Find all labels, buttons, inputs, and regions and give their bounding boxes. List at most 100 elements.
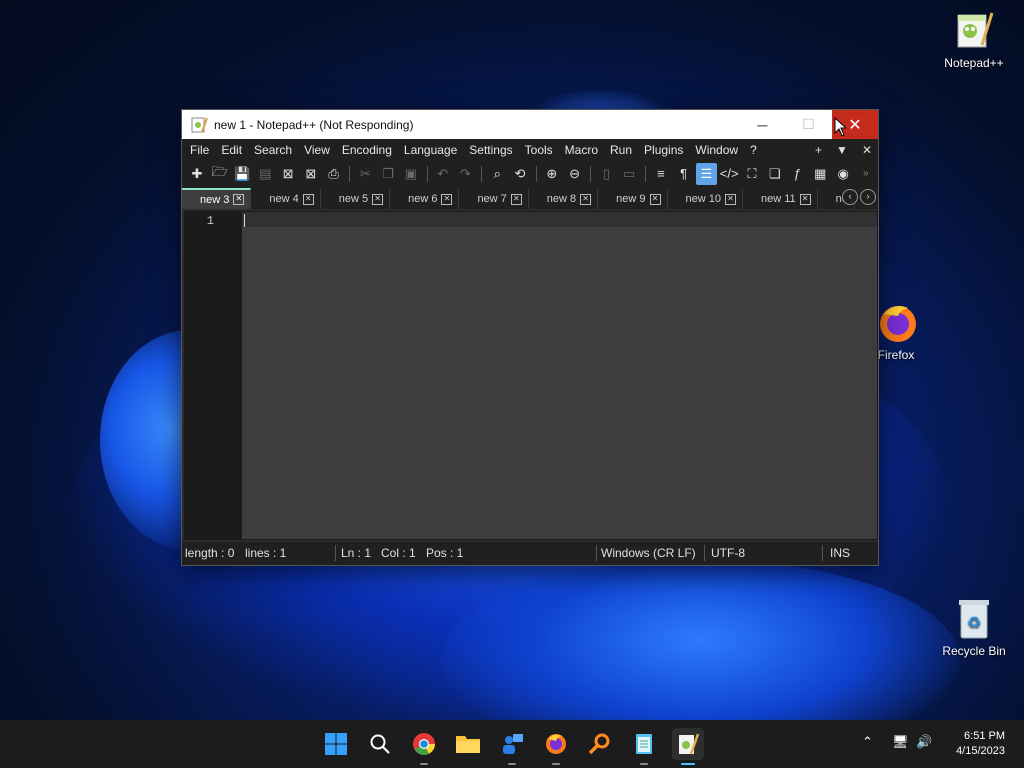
tab-close-icon[interactable]: ✕ (725, 193, 736, 205)
tab-close-icon[interactable]: ✕ (649, 193, 661, 205)
status-insert-mode[interactable]: INS (830, 546, 850, 560)
tab-label: new 9 (616, 193, 646, 205)
word-wrap-icon[interactable]: ≡ (650, 163, 672, 185)
menu-tools[interactable]: Tools (519, 143, 559, 157)
title-bar[interactable]: new 1 - Notepad++ (Not Responding) ─ ☐ ✕ (182, 110, 878, 139)
cut-icon[interactable]: ✂ (354, 163, 376, 185)
tab-label: new 8 (546, 193, 577, 205)
sync-vertical-icon[interactable]: ▯ (595, 163, 617, 185)
recycle-bin-icon: ♻ (952, 596, 996, 640)
tab-label: new 10 (685, 193, 721, 205)
folder-workspace-icon[interactable]: ▦ (809, 163, 831, 185)
running-indicator (420, 763, 428, 765)
taskbar-notepadpp[interactable] (672, 728, 704, 765)
open-file-icon[interactable]: 🗁 (209, 163, 231, 185)
new-file-icon[interactable]: ✚ (186, 163, 208, 185)
undo-icon[interactable]: ↶ (432, 163, 454, 185)
tab-new-4[interactable]: new 4 ✕ (251, 189, 321, 209)
tab-close-icon[interactable]: ✕ (799, 193, 811, 205)
tab-new-10[interactable]: new 10 ✕ (668, 189, 743, 209)
tab-close-icon[interactable]: ✕ (233, 194, 245, 205)
save-icon[interactable]: 💾 (232, 163, 254, 185)
taskbar-app-people[interactable] (496, 728, 528, 765)
tab-close-icon[interactable]: ✕ (372, 193, 384, 205)
toolbar-separator (349, 165, 351, 182)
volume-icon[interactable]: 🔊 (916, 734, 932, 750)
tab-close-icon[interactable]: ✕ (441, 193, 453, 205)
magnifier-app-icon (588, 733, 610, 755)
editor-area[interactable]: 1 (184, 211, 878, 540)
doc-map-icon[interactable]: ⛶ (741, 163, 763, 185)
tab-new-8[interactable]: new 8 ✕ (529, 189, 599, 209)
save-all-icon[interactable]: ▤ (254, 163, 276, 185)
monitoring-icon[interactable]: ◉ (832, 163, 854, 185)
system-clock[interactable]: 6:51 PM 4/15/2023 (956, 729, 1005, 759)
status-length: length : 0 (185, 546, 235, 560)
menu-macro[interactable]: Macro (559, 143, 604, 157)
desktop-icon-recycle-bin[interactable]: ♻ Recycle Bin (936, 596, 1012, 658)
start-button[interactable] (320, 728, 352, 760)
menu-language[interactable]: Language (398, 143, 463, 157)
tab-new-11[interactable]: new 11 ✕ (743, 189, 818, 209)
new-tab-button[interactable]: + (815, 143, 822, 157)
zoom-in-icon[interactable]: ⊕ (541, 163, 563, 185)
notepadpp-window: new 1 - Notepad++ (Not Responding) ─ ☐ ✕… (181, 109, 879, 566)
taskbar-firefox[interactable] (540, 728, 572, 765)
redo-icon[interactable]: ↷ (455, 163, 477, 185)
tab-new-5[interactable]: new 5 ✕ (321, 189, 391, 209)
menu-help[interactable]: ? (744, 143, 763, 157)
tab-new-7[interactable]: new 7 ✕ (459, 189, 529, 209)
taskbar-file-explorer[interactable] (452, 728, 484, 760)
menu-encoding[interactable]: Encoding (336, 143, 398, 157)
tab-new-6[interactable]: new 6 ✕ (390, 189, 460, 209)
xml-tag-icon[interactable]: </> (718, 163, 740, 185)
taskbar-search-tool[interactable] (584, 728, 616, 760)
menu-settings[interactable]: Settings (463, 143, 518, 157)
tab-bar: new 3 ✕ new 4 ✕ new 5 ✕ new 6 ✕ new 7 ✕ new 8… (182, 186, 878, 209)
zoom-out-icon[interactable]: ⊖ (564, 163, 586, 185)
menu-run[interactable]: Run (604, 143, 638, 157)
tab-close-icon[interactable]: ✕ (580, 193, 592, 205)
print-icon[interactable]: ⎙ (323, 163, 345, 185)
copy-icon[interactable]: ❐ (377, 163, 399, 185)
menu-search[interactable]: Search (248, 143, 298, 157)
menu-plugins[interactable]: Plugins (638, 143, 689, 157)
menu-view[interactable]: View (298, 143, 336, 157)
close-file-icon[interactable]: ⊠ (277, 163, 299, 185)
tab-close-icon[interactable]: ✕ (302, 193, 314, 205)
close-all-icon[interactable]: ⊠ (300, 163, 322, 185)
show-all-chars-icon[interactable]: ¶ (673, 163, 695, 185)
sync-horizontal-icon[interactable]: ▭ (618, 163, 640, 185)
tab-list-button[interactable]: ▼ (836, 143, 848, 157)
desktop-icon-notepadpp[interactable]: Notepad++ (936, 8, 1012, 70)
line-number-gutter: 1 (185, 212, 242, 539)
menu-bar: File Edit Search View Encoding Language … (182, 139, 878, 161)
notepadpp-icon (952, 8, 996, 52)
maximize-button[interactable]: ☐ (786, 110, 831, 139)
paste-icon[interactable]: ▣ (400, 163, 422, 185)
tab-new-9[interactable]: new 9 ✕ (598, 189, 668, 209)
find-icon[interactable]: ⌕ (486, 163, 508, 185)
function-list-icon[interactable]: ƒ (787, 163, 809, 185)
status-encoding[interactable]: UTF-8 (711, 546, 745, 560)
tab-scroll-left-icon[interactable]: ‹ (842, 189, 858, 205)
menu-file[interactable]: File (182, 143, 215, 157)
indent-guide-icon[interactable]: ☰ (695, 162, 718, 185)
tab-close-icon[interactable]: ✕ (510, 193, 522, 205)
tab-scroll-right-icon[interactable]: › (860, 189, 876, 205)
menu-edit[interactable]: Edit (215, 143, 248, 157)
show-hidden-icons-chevron-icon[interactable]: ⌃ (862, 734, 873, 750)
close-tab-button[interactable]: ✕ (862, 143, 872, 157)
replace-icon[interactable]: ⟲ (509, 163, 531, 185)
status-ln: Ln : 1 (341, 546, 372, 560)
taskbar-notepad[interactable] (628, 728, 660, 765)
minimize-button[interactable]: ─ (740, 110, 785, 139)
tab-new-3[interactable]: new 3 ✕ (182, 188, 252, 209)
doc-list-icon[interactable]: ❏ (764, 163, 786, 185)
search-button[interactable] (364, 728, 396, 760)
status-eol[interactable]: Windows (CR LF) (601, 546, 696, 560)
network-icon[interactable]: 🖥 (892, 734, 909, 750)
toolbar-overflow-icon[interactable]: » (855, 163, 877, 185)
menu-window[interactable]: Window (689, 143, 744, 157)
taskbar-chrome[interactable] (408, 728, 440, 765)
